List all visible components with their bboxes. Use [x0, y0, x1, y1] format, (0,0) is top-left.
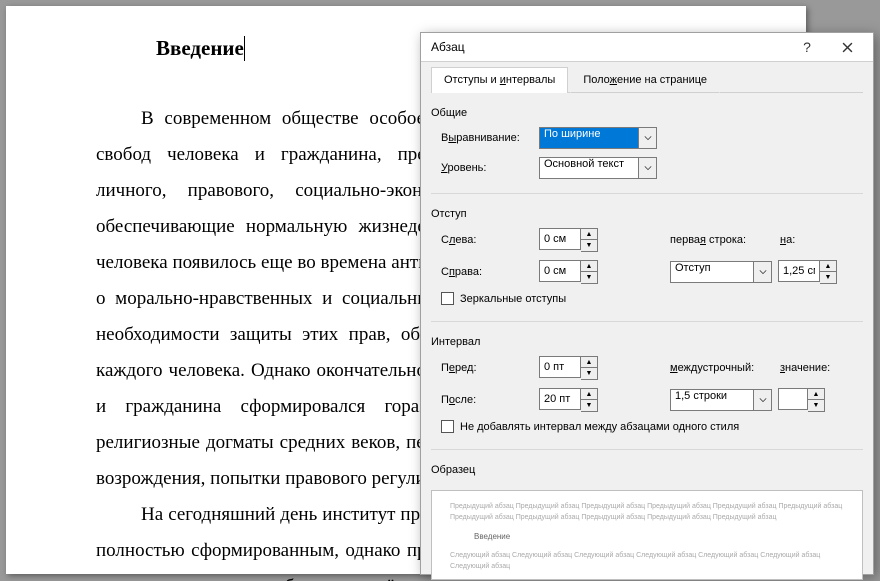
spin-down[interactable]: ▼: [820, 272, 836, 283]
group-preview-label: Образец: [431, 464, 863, 476]
spin-down[interactable]: ▼: [581, 400, 597, 411]
checkbox-icon: [441, 292, 454, 305]
group-general-label: Общие: [431, 107, 863, 119]
spacing-before-value[interactable]: [539, 356, 581, 378]
indent-left-value[interactable]: [539, 228, 581, 250]
spin-up[interactable]: ▲: [820, 261, 836, 272]
level-value: Основной текст: [539, 157, 639, 179]
spin-down[interactable]: ▼: [808, 400, 824, 411]
text-cursor: [244, 36, 245, 61]
mirror-indents-label: Зеркальные отступы: [460, 293, 566, 305]
alignment-value: По ширине: [539, 127, 639, 149]
indent-left-spinner[interactable]: ▲▼: [539, 228, 598, 252]
spacing-at-label: значение:: [780, 362, 830, 374]
alignment-label: Выравнивание:: [441, 132, 533, 144]
level-label: Уровень:: [441, 162, 533, 174]
chevron-down-icon[interactable]: [754, 389, 772, 411]
group-indent-label: Отступ: [431, 208, 863, 220]
paragraph-dialog: Абзац ? Отступы и интервалы Положение на…: [420, 32, 874, 575]
group-spacing-label: Интервал: [431, 336, 863, 348]
spin-up[interactable]: ▲: [581, 357, 597, 368]
firstline-value: Отступ: [670, 261, 754, 283]
spin-down[interactable]: ▼: [581, 240, 597, 251]
spacing-before-spinner[interactable]: ▲▼: [539, 356, 598, 380]
spacing-after-spinner[interactable]: ▲▼: [539, 388, 598, 412]
preview-current-text: Введение: [474, 531, 844, 542]
indent-by-value[interactable]: [778, 260, 820, 282]
spacing-at-spinner[interactable]: ▲▼: [778, 388, 825, 412]
tab-position[interactable]: Положение на странице: [570, 67, 720, 93]
close-button[interactable]: [827, 33, 867, 61]
spacing-at-value[interactable]: [778, 388, 808, 410]
dialog-titlebar[interactable]: Абзац ?: [421, 33, 873, 62]
dialog-title: Абзац: [431, 40, 787, 54]
firstline-label: первая строка:: [670, 234, 774, 246]
line-spacing-value: 1,5 строки: [670, 389, 754, 411]
line-spacing-label: междустрочный:: [670, 362, 774, 374]
spin-up[interactable]: ▲: [581, 229, 597, 240]
preview-next-text: Следующий абзац Следующий абзац Следующи…: [450, 550, 844, 572]
checkbox-icon: [441, 420, 454, 433]
level-combo[interactable]: Основной текст: [539, 157, 657, 179]
chevron-down-icon[interactable]: [639, 127, 657, 149]
indent-right-value[interactable]: [539, 260, 581, 282]
alignment-combo[interactable]: По ширине: [539, 127, 657, 149]
line-spacing-combo[interactable]: 1,5 строки: [670, 389, 772, 411]
spin-up[interactable]: ▲: [581, 389, 597, 400]
indent-by-spinner[interactable]: ▲▼: [778, 260, 837, 284]
close-icon: [842, 42, 853, 53]
help-button[interactable]: ?: [787, 33, 827, 61]
preview-prev-text: Предыдущий абзац Предыдущий абзац Предыд…: [450, 501, 844, 523]
no-space-same-style-checkbox[interactable]: Не добавлять интервал между абзацами одн…: [441, 420, 863, 433]
dialog-tabs: Отступы и интервалы Положение на страниц…: [431, 66, 863, 93]
indent-by-label: на:: [780, 234, 806, 246]
spin-up[interactable]: ▲: [581, 261, 597, 272]
spin-down[interactable]: ▼: [581, 272, 597, 283]
spin-down[interactable]: ▼: [581, 368, 597, 379]
preview-box: Предыдущий абзац Предыдущий абзац Предыд…: [431, 490, 863, 580]
tab-indents[interactable]: Отступы и интервалы: [431, 67, 568, 93]
chevron-down-icon[interactable]: [639, 157, 657, 179]
spacing-after-value[interactable]: [539, 388, 581, 410]
title-text: Введение: [156, 36, 244, 60]
spacing-before-label: Перед:: [441, 362, 533, 374]
firstline-combo[interactable]: Отступ: [670, 261, 772, 283]
no-space-same-style-label: Не добавлять интервал между абзацами одн…: [460, 421, 739, 433]
indent-right-label: Справа:: [441, 266, 533, 278]
document-title: Введение: [156, 36, 244, 61]
spin-up[interactable]: ▲: [808, 389, 824, 400]
chevron-down-icon[interactable]: [754, 261, 772, 283]
indent-left-label: Слева:: [441, 234, 533, 246]
spacing-after-label: После:: [441, 394, 533, 406]
mirror-indents-checkbox[interactable]: Зеркальные отступы: [441, 292, 863, 305]
indent-right-spinner[interactable]: ▲▼: [539, 260, 598, 284]
